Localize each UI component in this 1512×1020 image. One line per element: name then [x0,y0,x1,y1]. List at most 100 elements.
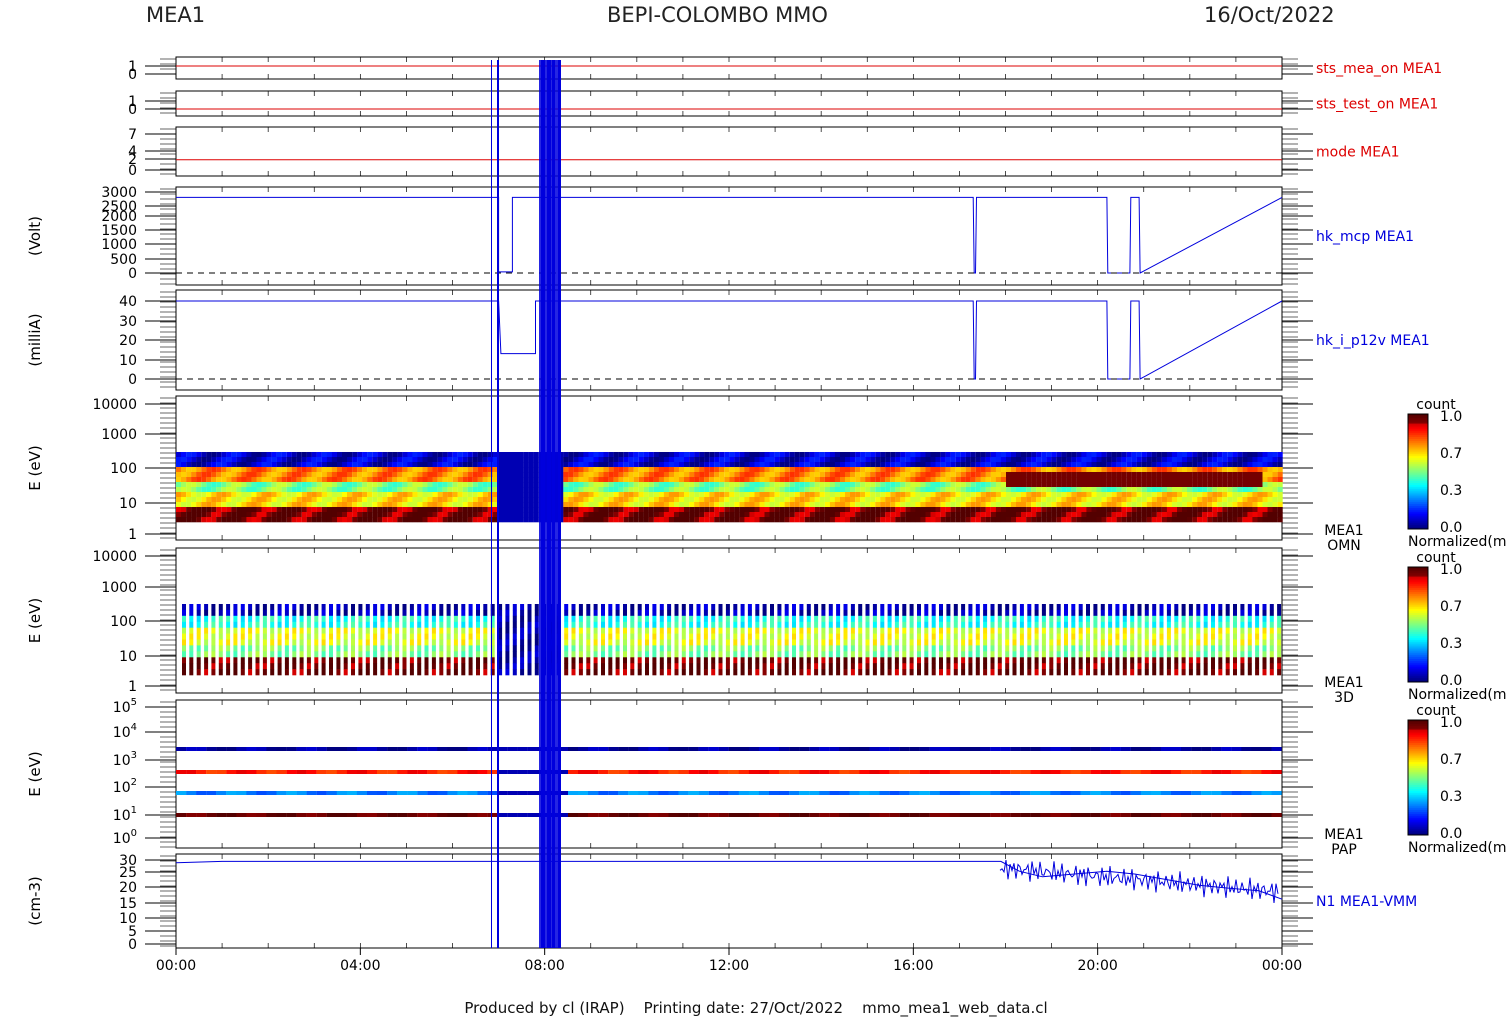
heatmap-cell [663,467,669,473]
heatmap-cell [586,639,591,646]
heatmap-cell [1000,512,1006,518]
heatmap-cell [724,502,730,508]
heatmap-cell [603,452,609,458]
heatmap-cell [442,467,448,473]
heatmap-cell [633,507,639,513]
heatmap-cell [176,507,182,513]
heatmap-cell [870,482,876,488]
heatmap-cell [276,472,282,478]
heatmap-cell [638,517,644,523]
heatmap-cell [240,669,245,676]
heatmap-cell [1141,502,1147,508]
heatmap-cell [608,467,614,473]
heatmap-cell [940,462,946,468]
heatmap-cell [233,615,238,623]
heatmap-cell [472,477,478,483]
heatmap-cell [880,507,886,513]
heatmap-cell [1217,452,1223,458]
heatmap-cell [276,457,282,463]
heatmap-cell [1036,502,1042,508]
heatmap-cell [316,502,322,508]
density-noise-trace [999,859,1279,903]
heatmap-cell [770,663,774,670]
heatmap-cell [668,512,674,518]
heatmap-cell [1267,502,1273,508]
heatmap-cell [637,663,642,670]
heatmap-cell [714,477,720,483]
heatmap-cell [226,627,231,634]
heatmap-cell [1116,512,1122,518]
heatmap-cell [528,457,534,463]
heatmap-cell [186,487,192,493]
heatmap-cell [777,604,782,611]
heatmap-cell [306,457,312,463]
heatmap-cell [472,507,478,513]
heatmap-cell [1182,492,1188,498]
heatmap-cell [819,487,825,493]
heatmap-cell [508,487,514,493]
heatmap-cell [995,477,1001,483]
heatmap-cell [351,604,355,611]
heatmap-cell [417,651,422,658]
heatmap-cell [850,492,856,498]
heatmap-cell [674,482,680,488]
heatmap-cell [352,477,358,483]
heatmap-cell [372,452,378,458]
heatmap-cell [292,621,297,629]
heatmap-cell [437,497,443,503]
heatmap-cell [1202,487,1208,493]
heatmap-cell [358,621,363,629]
heatmap-cell [246,472,252,478]
heatmap-cell [1171,497,1177,503]
heatmap-cell [392,487,398,493]
heatmap-cell [970,487,976,493]
heatmap-cell [1262,487,1268,493]
heatmap-cell [402,627,407,634]
heatmap-cell [397,492,403,498]
heatmap-cell [211,497,217,503]
heatmap-cell [633,512,639,518]
heatmap-cell [446,639,451,646]
heatmap-cell [1061,477,1067,483]
heatmap-cell [262,604,267,611]
heatmap-cell [372,457,378,463]
heatmap-cell [534,645,539,652]
heatmap-cell [608,639,613,646]
heatmap-cell [724,452,730,458]
heatmap-cell [343,604,348,611]
heatmap-cell [1156,452,1162,458]
heatmap-cell [1121,482,1127,488]
heatmap-cell [564,633,569,640]
heatmap-cell [910,472,916,478]
heatmap-cell [1182,472,1188,478]
heatmap-cell [744,507,750,513]
heatmap-cell [487,457,493,463]
heatmap-cell [920,492,926,498]
heatmap-cell [995,462,1001,468]
y-tick-label: 0 [128,937,137,953]
heatmap-cell [920,497,926,503]
heatmap-cell [206,467,212,473]
heatmap-cell [316,517,322,523]
heatmap-cell [658,477,664,483]
heatmap-cell [351,663,355,670]
heatmap-cell [608,472,614,478]
heatmap-cell [343,651,348,658]
heatmap-cell [935,467,941,473]
heatmap-cell [520,669,525,676]
heatmap-cell [623,604,627,611]
heatmap-cell [277,633,282,640]
heatmap-cell [734,472,740,478]
heatmap-cell [588,507,594,513]
heatmap-cell [1177,482,1183,488]
heatmap-cell [1071,482,1077,488]
heatmap-cell [284,604,289,611]
heatmap-cell [885,487,891,493]
heatmap-cell [311,492,317,498]
heatmap-cell [442,507,448,513]
heatmap-cell [699,462,705,468]
heatmap-cell [1126,507,1132,513]
heatmap-cell [417,507,423,513]
heatmap-cell [1036,452,1042,458]
heatmap-cell [1006,497,1012,503]
